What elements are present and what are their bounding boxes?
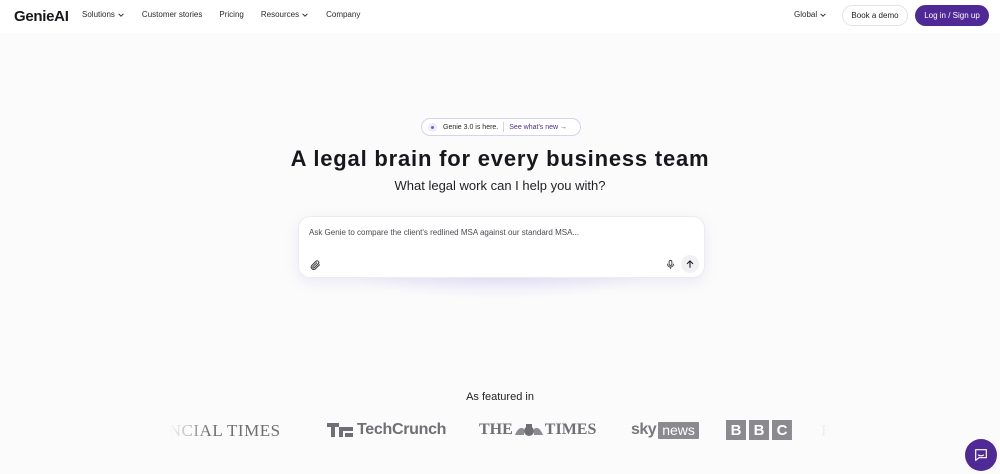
- announcement-text: Genie 3.0 is here.: [443, 123, 499, 131]
- announcement-pill[interactable]: Genie 3.0 is here. See what's new →: [421, 118, 581, 136]
- financial-times-logo: ANCIAL TIMES: [170, 421, 281, 440]
- arrow-up-icon: [686, 260, 694, 268]
- techcrunch-mark-icon: [327, 423, 353, 437]
- royal-crest-icon: [514, 424, 543, 436]
- nav-resources[interactable]: Resources: [261, 10, 309, 19]
- nav-company-label: Company: [326, 10, 361, 19]
- chevron-down-icon: [118, 12, 124, 17]
- nav-solutions[interactable]: Solutions: [82, 10, 125, 19]
- paperclip-icon[interactable]: [308, 258, 321, 271]
- bbc-logo: B B C: [726, 420, 795, 440]
- region-selector[interactable]: Global: [794, 10, 827, 19]
- nav-company[interactable]: Company: [326, 10, 360, 19]
- chat-launcher-button[interactable]: [965, 439, 997, 471]
- featured-heading: As featured in: [466, 391, 534, 403]
- main-nav: Solutions Customer stories Pricing Resou…: [82, 10, 377, 19]
- nav-pricing-label: Pricing: [219, 10, 244, 19]
- region-label: Global: [794, 10, 818, 19]
- times-wordmark-left: THE: [479, 421, 513, 438]
- chevron-down-icon: [820, 12, 826, 17]
- bbc-block-2: B: [749, 420, 769, 440]
- bbc-block-3: C: [772, 420, 792, 440]
- book-demo-button[interactable]: Book a demo: [842, 5, 908, 26]
- the-times-logo: THE TIMES: [479, 421, 596, 439]
- nav-resources-label: Resources: [260, 10, 300, 19]
- chevron-down-icon: [302, 12, 308, 17]
- hero-title: A legal brain for every business team: [290, 146, 710, 171]
- chat-bubble-icon: [975, 449, 987, 461]
- login-signup-button[interactable]: Log in / Sign up: [915, 5, 989, 26]
- hero-subtitle: What legal work can I help you with?: [394, 178, 606, 193]
- sparkle-icon: [428, 122, 437, 132]
- press-logos-strip: ANCIAL TIMES TechCrunch THE TIMES sky ne…: [170, 418, 830, 446]
- announcement-link[interactable]: See what's new →: [509, 124, 567, 131]
- nav-customer-stories[interactable]: Customer stories: [142, 10, 202, 19]
- microphone-icon[interactable]: [664, 258, 677, 271]
- brand-logo[interactable]: GenieAI: [14, 8, 69, 25]
- nav-pricing[interactable]: Pricing: [219, 10, 243, 19]
- send-button[interactable]: [681, 255, 699, 273]
- prompt-input[interactable]: [309, 225, 689, 239]
- techcrunch-wordmark: TechCrunch: [357, 421, 447, 438]
- techcrunch-logo: TechCrunch: [327, 421, 446, 439]
- news-wordmark: news: [658, 421, 699, 439]
- nav-customer-stories-label: Customer stories: [141, 10, 203, 19]
- bbc-block-1: B: [726, 420, 746, 440]
- sky-news-logo: sky news: [631, 421, 699, 439]
- sky-wordmark: sky: [631, 421, 657, 438]
- divider: [503, 122, 505, 132]
- times-wordmark-right: TIMES: [544, 421, 597, 438]
- partial-logo: F: [821, 421, 830, 440]
- top-navbar: GenieAI Solutions Customer stories Prici…: [0, 0, 1000, 33]
- prompt-box: [298, 216, 705, 278]
- nav-solutions-label: Solutions: [82, 10, 115, 19]
